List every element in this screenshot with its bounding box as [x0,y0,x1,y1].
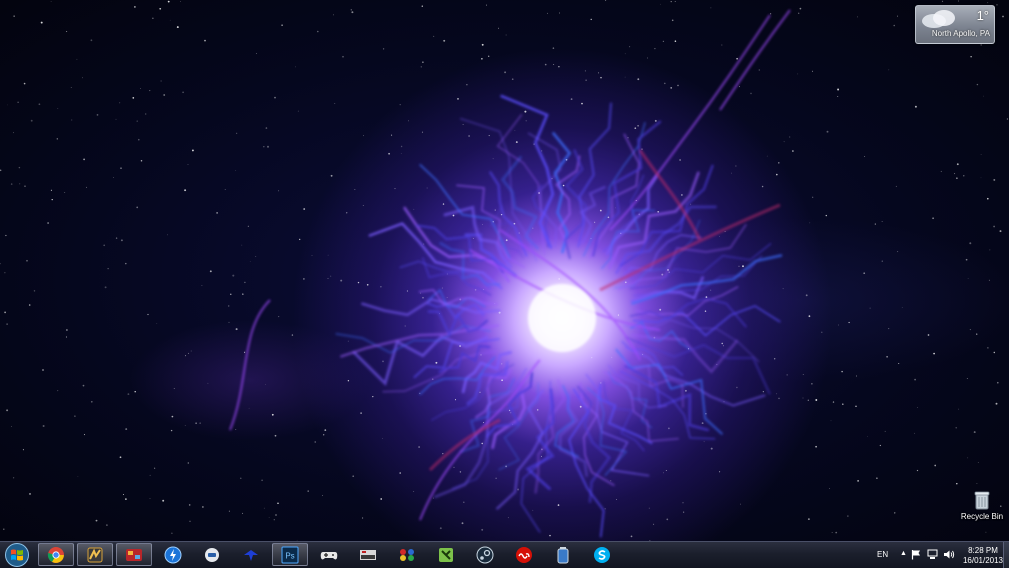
snes-icon [400,548,414,561]
taskbar-item-messenger[interactable] [194,543,230,566]
weather-temperature: 1° [976,8,989,23]
taskbar-item-lastfm[interactable] [506,543,542,566]
taskbar: Ps EN ▲ 8:28 PM 16/01/2013 [0,541,1009,568]
windows-orb-icon [5,543,29,567]
action-center-flag-icon[interactable] [911,549,921,560]
network-icon[interactable] [927,549,938,560]
bird-icon [244,549,258,561]
taskbar-item-winamp[interactable] [77,543,113,566]
notepad-plus-icon [439,547,453,562]
start-button[interactable] [2,542,32,568]
taskbar-item-nes-emulator[interactable] [350,543,386,566]
recycle-bin-label: Recycle Bin [960,512,1004,521]
battery-icon [557,546,569,563]
weather-gadget[interactable]: 1° North Apollo, PA [915,5,995,44]
robot-icon [205,547,219,562]
taskbar-item-gamepad[interactable] [311,543,347,566]
cloud-icon [922,10,955,28]
taskbar-item-bird-app[interactable] [233,543,269,566]
nes-icon [360,549,376,560]
skype-icon [594,546,610,563]
system-tray: EN ▲ 8:28 PM 16/01/2013 [869,542,1009,568]
winamp-icon [87,547,103,562]
lastfm-icon [516,546,532,563]
taskbar-item-downloader[interactable] [155,543,191,566]
photoshop-icon: Ps [281,546,299,563]
taskbar-item-chrome[interactable] [38,543,74,566]
recycle-bin-icon [974,491,990,510]
gamepad-icon [320,551,338,559]
taskbar-item-notepad-plus[interactable] [428,543,464,566]
taskbar-item-battery-app[interactable] [545,543,581,566]
weather-location: North Apollo, PA [931,29,990,38]
steam-icon [476,546,494,563]
taskbar-item-steam[interactable] [467,543,503,566]
photoshop-label: Ps [285,551,294,560]
taskbar-item-media-app[interactable] [116,543,152,566]
nebula-orb-wallpaper [229,9,791,538]
taskbar-item-photoshop[interactable]: Ps [272,543,308,566]
language-indicator[interactable]: EN [877,550,888,559]
desktop[interactable]: 1° North Apollo, PA Recycle Bin [0,0,1009,541]
lightning-icon [164,546,182,563]
show-desktop-button[interactable] [1003,542,1009,568]
taskbar-item-skype[interactable] [584,543,620,566]
clock-date[interactable]: 16/01/2013 [959,556,1007,565]
chrome-icon [47,546,64,563]
volume-icon[interactable] [943,549,955,560]
recycle-bin-shortcut[interactable]: Recycle Bin [958,490,1006,530]
taskbar-item-snes-emulator[interactable] [389,543,425,566]
show-hidden-icons-chevron-icon[interactable]: ▲ [900,550,907,557]
media-app-icon [126,548,142,561]
clock-time[interactable]: 8:28 PM [963,546,1003,555]
